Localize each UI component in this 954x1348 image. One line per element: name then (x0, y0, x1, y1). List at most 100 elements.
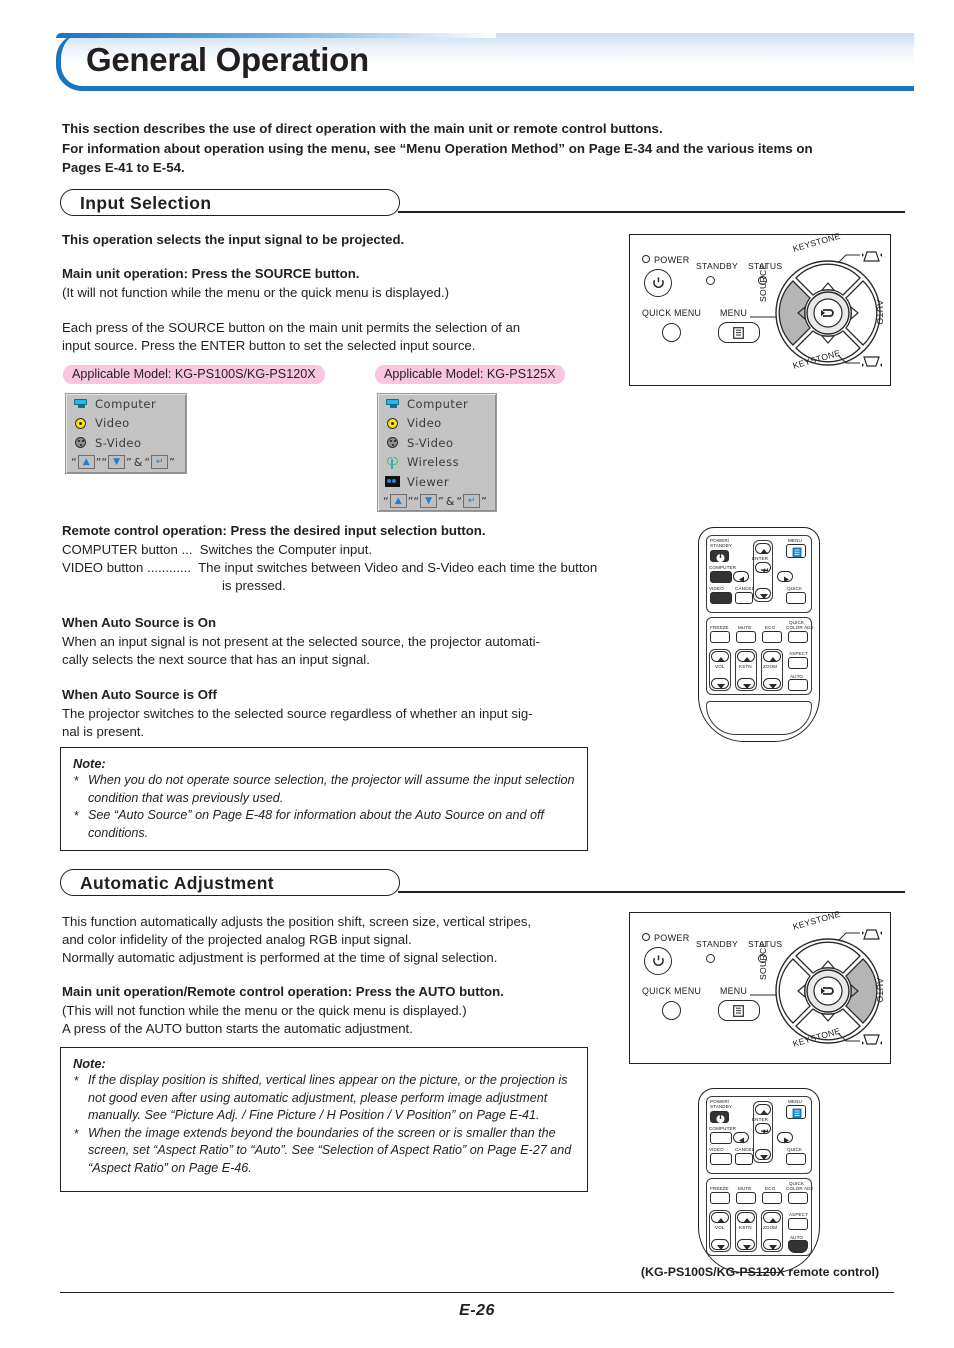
quote-open-3: “ (144, 455, 151, 469)
power-standby-button[interactable] (710, 550, 729, 562)
remote-video-line: VIDEO button ............ The input swit… (62, 560, 598, 575)
menu-icon (733, 327, 744, 339)
enter-arrow-icon: ↵ (463, 494, 481, 508)
enter-button[interactable] (755, 562, 771, 573)
quick-color-adj-button[interactable] (788, 1192, 808, 1204)
vol-up-button[interactable] (711, 651, 729, 662)
osd-item-video[interactable]: Video (378, 414, 496, 434)
zoom-up-button[interactable] (763, 1212, 781, 1223)
quick-color-adj-button[interactable] (788, 631, 808, 643)
quick-menu-button[interactable] (662, 323, 681, 342)
power-standby-button[interactable] (710, 1111, 729, 1123)
standby-label: STANDBY (696, 939, 739, 949)
vol-label: VOL (715, 1225, 725, 1230)
up-arrow-button[interactable] (755, 1104, 771, 1115)
freeze-button[interactable] (710, 631, 730, 643)
osd-menu-ps100s[interactable]: Computer Video S-Video “ ▲ ” “ ▼ ” & “ ↵… (65, 393, 187, 474)
right-arrow-button[interactable] (777, 1132, 793, 1144)
eco-button[interactable] (762, 1192, 782, 1204)
vol-up-button[interactable] (711, 1212, 729, 1223)
kstn-up-button[interactable] (737, 651, 755, 662)
osd-item-wireless[interactable]: Wireless (378, 453, 496, 473)
osd-item-label: Video (95, 416, 130, 431)
computer-button[interactable] (710, 571, 732, 583)
computer-button[interactable] (710, 1132, 732, 1144)
zoom-down-button[interactable] (763, 1239, 781, 1250)
remote-bottom-panel (706, 701, 812, 735)
left-arrow-button[interactable] (733, 571, 749, 583)
kstn-down-button[interactable] (737, 1239, 755, 1250)
intro-line-1: This section describes the use of direct… (62, 121, 663, 136)
menu-button[interactable] (786, 1105, 806, 1119)
auto-adj-op-line-2: A press of the AUTO button starts the au… (62, 1021, 413, 1036)
keystone-bottom-glyph (838, 354, 882, 367)
osd-item-computer[interactable]: Computer (378, 394, 496, 414)
section-title-automatic-adjustment: Automatic Adjustment (80, 873, 275, 893)
menu-label: MENU (720, 986, 748, 996)
osd-menu-ps125x[interactable]: Computer Video S-Video Wireless Viewer “… (377, 393, 497, 512)
auto-label: AUTO (875, 978, 885, 1003)
vol-down-button[interactable] (711, 678, 729, 689)
down-arrow-button[interactable] (755, 588, 771, 599)
osd-item-viewer[interactable]: Viewer (378, 472, 496, 492)
quote-close-2: ” (438, 494, 444, 508)
mute-button[interactable] (736, 631, 756, 643)
enter-button[interactable] (755, 1123, 771, 1134)
page-header: General Operation (56, 33, 914, 95)
power-led-icon (642, 255, 650, 263)
auto-button[interactable] (788, 1240, 808, 1253)
quick-button[interactable] (786, 592, 806, 604)
aspect-button[interactable] (788, 657, 808, 669)
osd-item-computer[interactable]: Computer (66, 394, 186, 414)
enter-label: ENTER (752, 556, 769, 561)
quick-button[interactable] (786, 1153, 806, 1165)
video-button[interactable] (710, 592, 732, 604)
eco-label: ECO (765, 625, 776, 630)
osd-key-hint: “ ▲ ” “ ▼ ” & “ ↵ ” (378, 492, 496, 511)
s-video-din-icon (73, 436, 88, 449)
quick-menu-label: QUICK MENU (642, 308, 702, 318)
vol-down-button[interactable] (711, 1239, 729, 1250)
osd-item-label: Computer (407, 396, 469, 411)
aspect-label: ASPECT (789, 1212, 808, 1217)
up-arrow-button[interactable] (755, 543, 771, 554)
down-arrow-button[interactable] (755, 1149, 771, 1160)
osd-item-label: Wireless (407, 455, 460, 470)
auto-button[interactable] (788, 679, 808, 691)
auto-adj-line-3: Normally automatic adjustment is perform… (62, 950, 498, 965)
note-item: If the display position is shifted, vert… (73, 1072, 576, 1125)
vol-label: VOL (715, 664, 725, 669)
left-arrow-button[interactable] (733, 1132, 749, 1144)
menu-label: MENU (720, 308, 748, 318)
freeze-button[interactable] (710, 1192, 730, 1204)
quick-menu-button[interactable] (662, 1001, 681, 1020)
remote-control-diagram-input: POWER/ STANDBY MENU COMPUTER VIDEO ENTER… (698, 527, 820, 742)
mute-button[interactable] (736, 1192, 756, 1204)
zoom-down-button[interactable] (763, 678, 781, 689)
right-arrow-button[interactable] (777, 571, 793, 583)
osd-item-label: Viewer (407, 474, 450, 489)
remote-computer-line: COMPUTER button ... Switches the Compute… (62, 542, 373, 557)
osd-item-video[interactable]: Video (66, 414, 186, 434)
osd-item-s-video[interactable]: S-Video (378, 433, 496, 453)
aspect-button[interactable] (788, 1218, 808, 1230)
auto-source-off-heading: When Auto Source is Off (62, 687, 217, 702)
zoom-label: ZOOM (763, 1225, 778, 1230)
kstn-up-button[interactable] (737, 1212, 755, 1223)
power-icon (653, 277, 664, 288)
osd-item-s-video[interactable]: S-Video (66, 433, 186, 453)
wireless-antenna-icon (385, 456, 400, 469)
kstn-down-button[interactable] (737, 678, 755, 689)
cancel-button[interactable] (735, 1153, 753, 1165)
quick-label: QUICK (787, 586, 803, 591)
power-icon (716, 554, 725, 562)
zoom-up-button[interactable] (763, 651, 781, 662)
eco-button[interactable] (762, 631, 782, 643)
cancel-button[interactable] (735, 592, 753, 604)
video-button[interactable] (710, 1153, 732, 1165)
intro-line-3: Pages E-41 to E-54. (62, 160, 185, 175)
power-standby-label-2: STANDBY (710, 1104, 733, 1109)
enter-arrow-icon: ↵ (151, 455, 169, 469)
standby-led-icon (706, 276, 715, 285)
menu-button[interactable] (786, 544, 806, 558)
